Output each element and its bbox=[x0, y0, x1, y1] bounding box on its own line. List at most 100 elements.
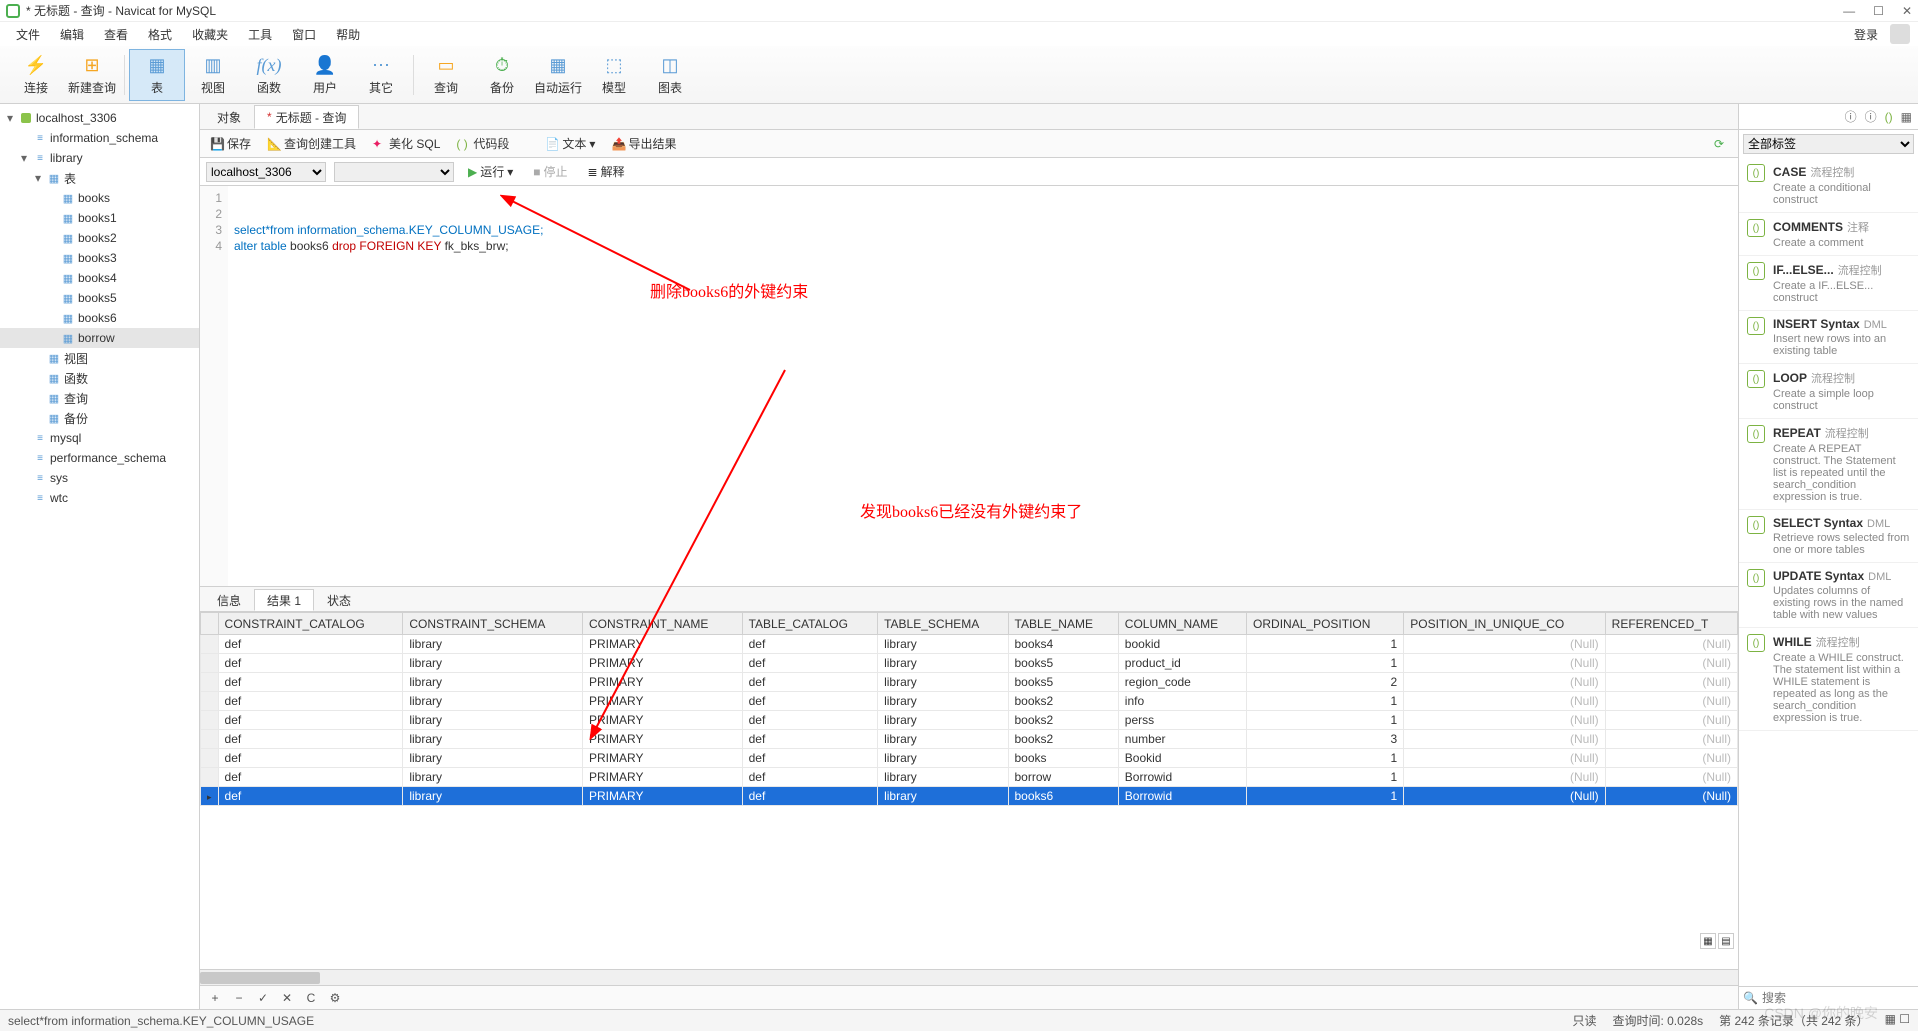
menu-window[interactable]: 窗口 bbox=[284, 24, 324, 45]
table-row[interactable]: deflibraryPRIMARYdeflibrarybooks2perss1(… bbox=[201, 711, 1738, 730]
toolbar-连接[interactable]: ⚡连接 bbox=[8, 49, 64, 101]
tab-对象[interactable]: 对象 bbox=[204, 105, 254, 129]
grid-icon[interactable]: ▦ bbox=[1901, 110, 1912, 124]
tree-item-performance_schema[interactable]: performance_schema bbox=[0, 448, 199, 468]
minimize-button[interactable]: — bbox=[1843, 4, 1855, 18]
code-snippet-button[interactable]: ( )代码段 bbox=[452, 133, 513, 154]
snippet-search-input[interactable] bbox=[1762, 991, 1917, 1005]
tree-twisty[interactable]: ▾ bbox=[18, 151, 30, 165]
filter-button[interactable]: ⚙ bbox=[326, 989, 344, 1007]
tree-item-表[interactable]: ▾表 bbox=[0, 168, 199, 188]
tree-item-wtc[interactable]: wtc bbox=[0, 488, 199, 508]
save-button[interactable]: 💾保存 bbox=[206, 133, 255, 154]
tree-item-备份[interactable]: 备份 bbox=[0, 408, 199, 428]
tree-item-视图[interactable]: 视图 bbox=[0, 348, 199, 368]
result-tab-信息[interactable]: 信息 bbox=[204, 589, 254, 611]
table-row[interactable]: deflibraryPRIMARYdeflibrarybooks6Borrowi… bbox=[201, 787, 1738, 806]
toolbar-视图[interactable]: ▥视图 bbox=[185, 49, 241, 101]
refresh-grid-button[interactable]: C bbox=[302, 989, 320, 1007]
connection-select[interactable]: localhost_3306 bbox=[206, 162, 326, 182]
table-row[interactable]: deflibraryPRIMARYdeflibrarybooks5product… bbox=[201, 654, 1738, 673]
brackets-icon[interactable]: () bbox=[1885, 110, 1893, 124]
info-icon[interactable]: ⓘ bbox=[1845, 108, 1857, 125]
snippet-IF...ELSE...[interactable]: ()IF...ELSE...流程控制Create a IF...ELSE... … bbox=[1739, 256, 1918, 311]
maximize-button[interactable]: ☐ bbox=[1873, 4, 1884, 18]
stop-button[interactable]: ■停止 bbox=[527, 161, 573, 182]
result-tab-状态[interactable]: 状态 bbox=[314, 589, 364, 611]
result-grid-wrap[interactable]: CONSTRAINT_CATALOGCONSTRAINT_SCHEMACONST… bbox=[200, 612, 1738, 969]
tree-twisty[interactable]: ▾ bbox=[32, 171, 44, 185]
toolbar-查询[interactable]: ▭查询 bbox=[418, 49, 474, 101]
result-tab-结果 1[interactable]: 结果 1 bbox=[254, 589, 314, 611]
tree-item-books3[interactable]: books3 bbox=[0, 248, 199, 268]
avatar-icon[interactable] bbox=[1890, 24, 1910, 44]
col-POSITION_IN_UNIQUE_CO[interactable]: POSITION_IN_UNIQUE_CO bbox=[1404, 613, 1605, 635]
tree-item-books1[interactable]: books1 bbox=[0, 208, 199, 228]
col-REFERENCED_T[interactable]: REFERENCED_T bbox=[1605, 613, 1737, 635]
table-row[interactable]: deflibraryPRIMARYdeflibrarybooks2info1(N… bbox=[201, 692, 1738, 711]
grid-view-icon[interactable]: ▦ bbox=[1700, 933, 1716, 949]
tree-item-sys[interactable]: sys bbox=[0, 468, 199, 488]
col-CONSTRAINT_SCHEMA[interactable]: CONSTRAINT_SCHEMA bbox=[403, 613, 583, 635]
tree-item-books6[interactable]: books6 bbox=[0, 308, 199, 328]
table-row[interactable]: deflibraryPRIMARYdeflibraryborrowBorrowi… bbox=[201, 768, 1738, 787]
snippet-SELECT Syntax[interactable]: ()SELECT SyntaxDMLRetrieve rows selected… bbox=[1739, 510, 1918, 563]
table-row[interactable]: deflibraryPRIMARYdeflibrarybooks4bookid1… bbox=[201, 635, 1738, 654]
snippet-filter-select[interactable]: 全部标签 bbox=[1743, 134, 1914, 154]
toolbar-表[interactable]: ▦表 bbox=[129, 49, 185, 101]
menu-view[interactable]: 查看 bbox=[96, 24, 136, 45]
snippet-WHILE[interactable]: ()WHILE流程控制Create a WHILE construct. The… bbox=[1739, 628, 1918, 731]
toolbar-模型[interactable]: ⬚模型 bbox=[586, 49, 642, 101]
tab-无标题 - 查询[interactable]: *无标题 - 查询 bbox=[254, 105, 359, 129]
tree-item-books4[interactable]: books4 bbox=[0, 268, 199, 288]
tree-item-books2[interactable]: books2 bbox=[0, 228, 199, 248]
menu-tools[interactable]: 工具 bbox=[240, 24, 280, 45]
table-row[interactable]: deflibraryPRIMARYdeflibrarybooksBookid1(… bbox=[201, 749, 1738, 768]
tree-item-函数[interactable]: 函数 bbox=[0, 368, 199, 388]
toolbar-自动运行[interactable]: ▦自动运行 bbox=[530, 49, 586, 101]
nav-tree[interactable]: ▾localhost_3306information_schema▾librar… bbox=[0, 104, 200, 1009]
tree-item-查询[interactable]: 查询 bbox=[0, 388, 199, 408]
col-TABLE_SCHEMA[interactable]: TABLE_SCHEMA bbox=[878, 613, 1008, 635]
col-CONSTRAINT_CATALOG[interactable]: CONSTRAINT_CATALOG bbox=[218, 613, 403, 635]
col-CONSTRAINT_NAME[interactable]: CONSTRAINT_NAME bbox=[583, 613, 743, 635]
tree-item-mysql[interactable]: mysql bbox=[0, 428, 199, 448]
toolbar-其它[interactable]: ⋯其它 bbox=[353, 49, 409, 101]
tree-item-borrow[interactable]: borrow bbox=[0, 328, 199, 348]
commit-button[interactable]: ✓ bbox=[254, 989, 272, 1007]
table-row[interactable]: deflibraryPRIMARYdeflibrarybooks2number3… bbox=[201, 730, 1738, 749]
snippet-UPDATE Syntax[interactable]: ()UPDATE SyntaxDMLUpdates columns of exi… bbox=[1739, 563, 1918, 628]
col-TABLE_NAME[interactable]: TABLE_NAME bbox=[1008, 613, 1118, 635]
menu-help[interactable]: 帮助 bbox=[328, 24, 368, 45]
sql-code[interactable]: select*from information_schema.KEY_COLUM… bbox=[228, 186, 549, 586]
beautify-sql-button[interactable]: ✦美化 SQL bbox=[368, 133, 444, 154]
explain-button[interactable]: ≣解释 bbox=[582, 161, 631, 182]
login-link[interactable]: 登录 bbox=[1846, 24, 1886, 45]
menu-format[interactable]: 格式 bbox=[140, 24, 180, 45]
menu-file[interactable]: 文件 bbox=[8, 24, 48, 45]
exclaim-icon[interactable]: ⓘ bbox=[1865, 108, 1877, 125]
col-ORDINAL_POSITION[interactable]: ORDINAL_POSITION bbox=[1247, 613, 1404, 635]
tree-twisty[interactable]: ▾ bbox=[4, 111, 16, 125]
toolbar-备份[interactable]: ⏱备份 bbox=[474, 49, 530, 101]
snippet-INSERT Syntax[interactable]: ()INSERT SyntaxDMLInsert new rows into a… bbox=[1739, 311, 1918, 364]
tree-item-books[interactable]: books bbox=[0, 188, 199, 208]
col-TABLE_CATALOG[interactable]: TABLE_CATALOG bbox=[742, 613, 878, 635]
text-view-button[interactable]: 📄文本 ▾ bbox=[541, 133, 599, 154]
tree-item-information_schema[interactable]: information_schema bbox=[0, 128, 199, 148]
snippet-CASE[interactable]: ()CASE流程控制Create a conditional construct bbox=[1739, 158, 1918, 213]
tree-item-library[interactable]: ▾library bbox=[0, 148, 199, 168]
table-row[interactable]: deflibraryPRIMARYdeflibrarybooks5region_… bbox=[201, 673, 1738, 692]
database-select[interactable] bbox=[334, 162, 454, 182]
delete-row-button[interactable]: − bbox=[230, 989, 248, 1007]
sql-editor[interactable]: 1234 select*from information_schema.KEY_… bbox=[200, 186, 1738, 586]
status-grid-icon[interactable]: ▦ ☐ bbox=[1885, 1012, 1910, 1029]
close-button[interactable]: ✕ bbox=[1902, 4, 1912, 18]
menu-edit[interactable]: 编辑 bbox=[52, 24, 92, 45]
toolbar-用户[interactable]: 👤用户 bbox=[297, 49, 353, 101]
toolbar-函数[interactable]: f(x)函数 bbox=[241, 49, 297, 101]
cancel-button[interactable]: ✕ bbox=[278, 989, 296, 1007]
export-button[interactable]: 📤导出结果 bbox=[607, 133, 680, 154]
horizontal-scrollbar[interactable] bbox=[200, 969, 1738, 985]
refresh-button[interactable]: ⟳ bbox=[1710, 135, 1732, 153]
